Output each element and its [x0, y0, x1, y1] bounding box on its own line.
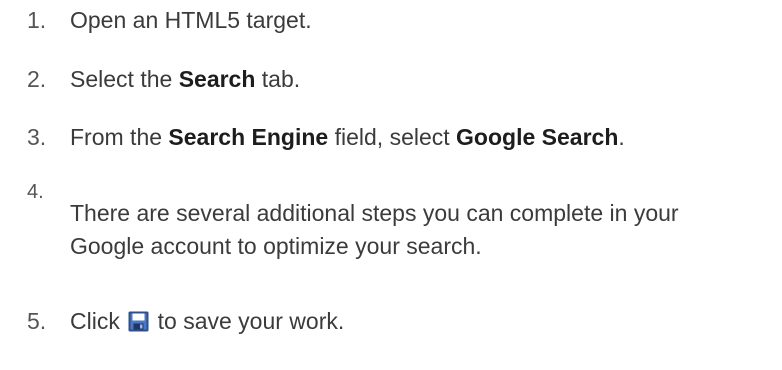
- step-number: 4.: [27, 181, 44, 203]
- step-text-before: Click: [70, 308, 127, 334]
- search-tab-term: Search: [178, 66, 256, 92]
- save-icon: [128, 311, 149, 332]
- step-number: 2.: [27, 66, 47, 92]
- instruction-steps: 1. Open an HTML5 target. 2. Select the S…: [0, 0, 782, 370]
- step-text: Select the Search tab.: [70, 66, 300, 93]
- step-text-after: .: [618, 124, 625, 150]
- step-text-after: tab.: [255, 66, 301, 92]
- step-text: From the Search Engine field, select Goo…: [70, 124, 625, 151]
- google-search-term: Google Search: [456, 124, 619, 150]
- step-text-middle: field, select: [328, 124, 457, 150]
- step-text: There are several additional steps you c…: [70, 200, 679, 259]
- step-text: Open an HTML5 target.: [70, 7, 312, 34]
- step-text: Click to save your work.: [70, 308, 344, 335]
- step-number: 3.: [27, 124, 47, 150]
- step-number: 1.: [27, 7, 47, 33]
- search-engine-term: Search Engine: [168, 124, 329, 150]
- step-number: 5.: [27, 308, 47, 334]
- step-text-after: to save your work.: [151, 308, 345, 334]
- step-text-before: Select the: [70, 66, 179, 92]
- step-text-before: From the: [70, 124, 169, 150]
- step-text-plain: Open an HTML5 target.: [70, 7, 312, 33]
